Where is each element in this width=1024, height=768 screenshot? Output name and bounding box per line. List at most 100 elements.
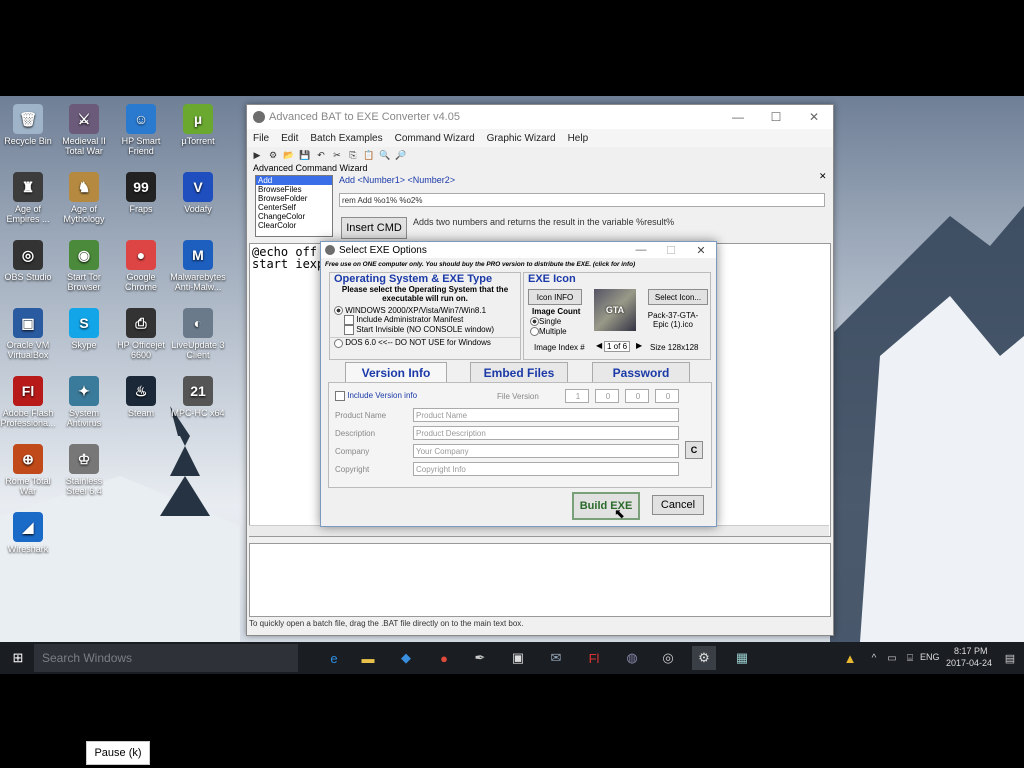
maximize-icon[interactable]: ☐ — [757, 105, 795, 129]
replace-icon[interactable]: 🔎 — [395, 149, 407, 161]
command-list[interactable]: Add BrowseFiles BrowseFolder CenterSelf … — [255, 175, 333, 237]
company-field[interactable]: Your Company — [413, 444, 679, 458]
select-icon-button[interactable]: Select Icon... — [648, 289, 708, 305]
tab-password[interactable]: Password — [592, 362, 690, 383]
image-index-next[interactable]: ▶ — [636, 341, 642, 350]
dialog-titlebar[interactable]: Select EXE Options — ☐ ✕ — [321, 242, 716, 258]
desktop-icon[interactable]: ▣ Oracle VM VirtualBox — [0, 308, 56, 360]
run-icon[interactable]: ▶ — [251, 149, 263, 161]
paste-icon[interactable]: 📋 — [363, 149, 375, 161]
include-version-option[interactable]: Include Version info — [335, 391, 417, 401]
command-item[interactable]: ChangeColor — [256, 212, 332, 221]
desktop-icon[interactable]: 🗑 Recycle Bin — [0, 104, 56, 146]
multiple-option[interactable]: Multiple — [530, 327, 567, 337]
desktop-icon[interactable]: ⚔ Medieval II Total War — [56, 104, 112, 156]
desktop-icon[interactable]: ● Google Chrome — [113, 240, 169, 292]
desktop-icon[interactable]: ◐ LiveUpdate 3 Client — [170, 308, 226, 360]
app-icon-last[interactable]: ▦ — [730, 646, 754, 670]
admin-manifest-option[interactable]: Include Administrator Manifest — [330, 315, 520, 326]
search-input[interactable]: Search Windows — [34, 644, 298, 672]
menu-batch-examples[interactable]: Batch Examples — [304, 133, 388, 144]
cancel-button[interactable]: Cancel — [652, 495, 704, 515]
refresh-button[interactable]: C — [685, 441, 703, 459]
network-icon[interactable]: ⌸ — [898, 646, 922, 670]
desktop-icon[interactable]: S Skype — [56, 308, 112, 350]
warning-icon[interactable]: ▲ — [838, 646, 862, 670]
desktop-icon[interactable]: ◢ Wireshark — [0, 512, 56, 554]
main-titlebar[interactable]: Advanced BAT to EXE Converter v4.05 — ☐ … — [247, 105, 833, 129]
desktop-icon[interactable]: ⎙ HP Officejet 6600 — [113, 308, 169, 360]
file-version-minor[interactable]: 0 — [595, 389, 619, 403]
obs-icon[interactable]: ◎ — [656, 646, 680, 670]
notifications-icon[interactable]: ▤ — [998, 646, 1022, 670]
os-windows-option[interactable]: WINDOWS 2000/XP/Vista/Win7/Win8.1 — [330, 306, 520, 316]
flash-icon[interactable]: Fl — [582, 646, 606, 670]
menu-help[interactable]: Help — [562, 133, 595, 144]
windows-radio[interactable] — [334, 306, 343, 316]
admin-checkbox[interactable] — [344, 315, 354, 326]
start-invisible-option[interactable]: Start Invisible (NO CONSOLE window) — [330, 325, 520, 336]
icon-info-button[interactable]: Icon INFO — [528, 289, 582, 305]
dialog-maximize-icon[interactable]: ☐ — [656, 244, 686, 257]
include-version-checkbox[interactable] — [335, 391, 345, 401]
file-explorer-icon[interactable]: ▬ — [356, 646, 380, 670]
os-dos-option[interactable]: DOS 6.0 <<-- DO NOT USE for Windows — [330, 337, 520, 348]
desktop-icon[interactable]: M Malwarebytes Anti-Malw... — [170, 240, 226, 292]
save-icon[interactable]: 💾 — [299, 149, 311, 161]
command-item[interactable]: BrowseFolder — [256, 194, 332, 203]
desktop-icon[interactable]: ⊕ Rome Total War — [0, 444, 56, 496]
invisible-checkbox[interactable] — [344, 325, 354, 336]
cut-icon[interactable]: ✂ — [331, 149, 343, 161]
file-version-revision[interactable]: 0 — [655, 389, 679, 403]
start-icon[interactable]: ⊞ — [6, 646, 30, 670]
clock-date[interactable]: 2017-04-24 — [946, 658, 992, 668]
desktop-icon[interactable]: ♜ Age of Empires ... — [0, 172, 56, 224]
build-icon[interactable]: ⚙ — [267, 149, 279, 161]
copy-icon[interactable]: ⎘ — [347, 149, 359, 161]
minimize-icon[interactable]: — — [719, 105, 757, 129]
pen-icon[interactable]: ✒ — [468, 646, 492, 670]
multiple-radio[interactable] — [530, 327, 539, 337]
close-icon[interactable]: ✕ — [795, 105, 833, 129]
menu-command-wizard[interactable]: Command Wizard — [389, 133, 481, 144]
desktop-icon[interactable]: 99 Fraps — [113, 172, 169, 214]
command-input[interactable]: rem Add %o1% %o2% — [339, 193, 825, 207]
output-panel[interactable] — [249, 543, 831, 617]
command-item[interactable]: Add — [256, 176, 332, 185]
clock-time[interactable]: 8:17 PM — [954, 646, 988, 656]
build-exe-button[interactable]: Build EXE — [572, 492, 640, 520]
undo-icon[interactable]: ↶ — [315, 149, 327, 161]
language-indicator[interactable]: ENG — [920, 652, 940, 662]
file-version-build[interactable]: 0 — [625, 389, 649, 403]
desktop-icon[interactable]: Fl Adobe Flash Professiona... — [0, 376, 56, 428]
edge-icon[interactable]: e — [322, 646, 346, 670]
single-radio[interactable] — [530, 317, 539, 327]
media-player-icon[interactable]: ◍ — [620, 646, 644, 670]
dos-radio[interactable] — [334, 338, 343, 348]
menu-edit[interactable]: Edit — [275, 133, 304, 144]
tab-embed-files[interactable]: Embed Files — [470, 362, 568, 383]
desktop-icon[interactable]: 21 MPC-HC x64 — [170, 376, 226, 418]
wizard-close-icon[interactable]: ✕ — [819, 171, 827, 182]
single-option[interactable]: Single — [530, 317, 561, 327]
command-item[interactable]: CenterSelf — [256, 203, 332, 212]
desktop-icon[interactable]: ◉ Start Tor Browser — [56, 240, 112, 292]
desktop-icon[interactable]: ♔ Stainless Steel 6.4 — [56, 444, 112, 496]
store-icon[interactable]: ◆ — [394, 646, 418, 670]
desktop-icon[interactable]: ◎ OBS Studio — [0, 240, 56, 282]
product-name-field[interactable]: Product Name — [413, 408, 679, 422]
license-notice[interactable]: Free use on ONE computer only. You shoul… — [321, 258, 716, 271]
dialog-close-icon[interactable]: ✕ — [686, 244, 716, 257]
desktop-icon[interactable]: V Vodafy — [170, 172, 226, 214]
search-icon[interactable]: 🔍 — [379, 149, 391, 161]
bat-to-exe-icon[interactable]: ⚙ — [692, 646, 716, 670]
copyright-field[interactable]: Copyright Info — [413, 462, 679, 476]
description-field[interactable]: Product Description — [413, 426, 679, 440]
open-folder-icon[interactable]: 📂 — [283, 149, 295, 161]
image-index-prev[interactable]: ◀ — [596, 341, 602, 350]
tab-version-info[interactable]: Version Info — [345, 362, 447, 383]
desktop-icon[interactable]: ♞ Age of Mythology — [56, 172, 112, 224]
desktop-icon[interactable]: ♨ Steam — [113, 376, 169, 418]
chrome-icon[interactable]: ● — [432, 646, 456, 670]
file-version-major[interactable]: 1 — [565, 389, 589, 403]
